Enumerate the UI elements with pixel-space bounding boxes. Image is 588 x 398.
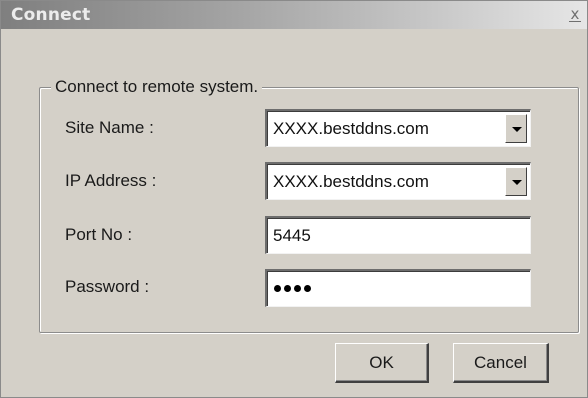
ip-address-combobox[interactable]: XXXX.bestddns.com	[265, 162, 531, 200]
site-name-value: XXXX.bestddns.com	[273, 119, 429, 138]
port-no-label: Port No :	[65, 225, 133, 244]
password-mask-dot	[294, 285, 301, 292]
window-title: Connect	[11, 5, 91, 25]
password-mask-dot	[284, 285, 291, 292]
groupbox-legend: Connect to remote system.	[51, 77, 263, 97]
ip-address-label: IP Address :	[65, 171, 157, 190]
connect-dialog: Connect x Connect to remote system. Site…	[0, 0, 588, 398]
password-mask-dot	[274, 285, 281, 292]
password-label: Password :	[65, 277, 150, 296]
ip-address-value: XXXX.bestddns.com	[273, 172, 429, 191]
chevron-down-icon	[512, 127, 522, 132]
password-mask-dot	[304, 285, 311, 292]
ip-address-dropdown-button[interactable]	[505, 167, 527, 196]
password-input[interactable]	[265, 269, 531, 307]
cancel-button[interactable]: Cancel	[453, 343, 549, 383]
close-icon[interactable]: x	[566, 5, 584, 24]
port-no-value: 5445	[273, 226, 311, 245]
site-name-dropdown-button[interactable]	[505, 114, 527, 143]
ok-button[interactable]: OK	[335, 343, 429, 383]
chevron-down-icon	[512, 180, 522, 185]
site-name-label: Site Name :	[65, 118, 154, 137]
site-name-combobox[interactable]: XXXX.bestddns.com	[265, 109, 531, 147]
port-no-input[interactable]: 5445	[265, 216, 531, 254]
password-mask	[274, 285, 311, 292]
title-bar[interactable]: Connect x	[1, 1, 587, 29]
